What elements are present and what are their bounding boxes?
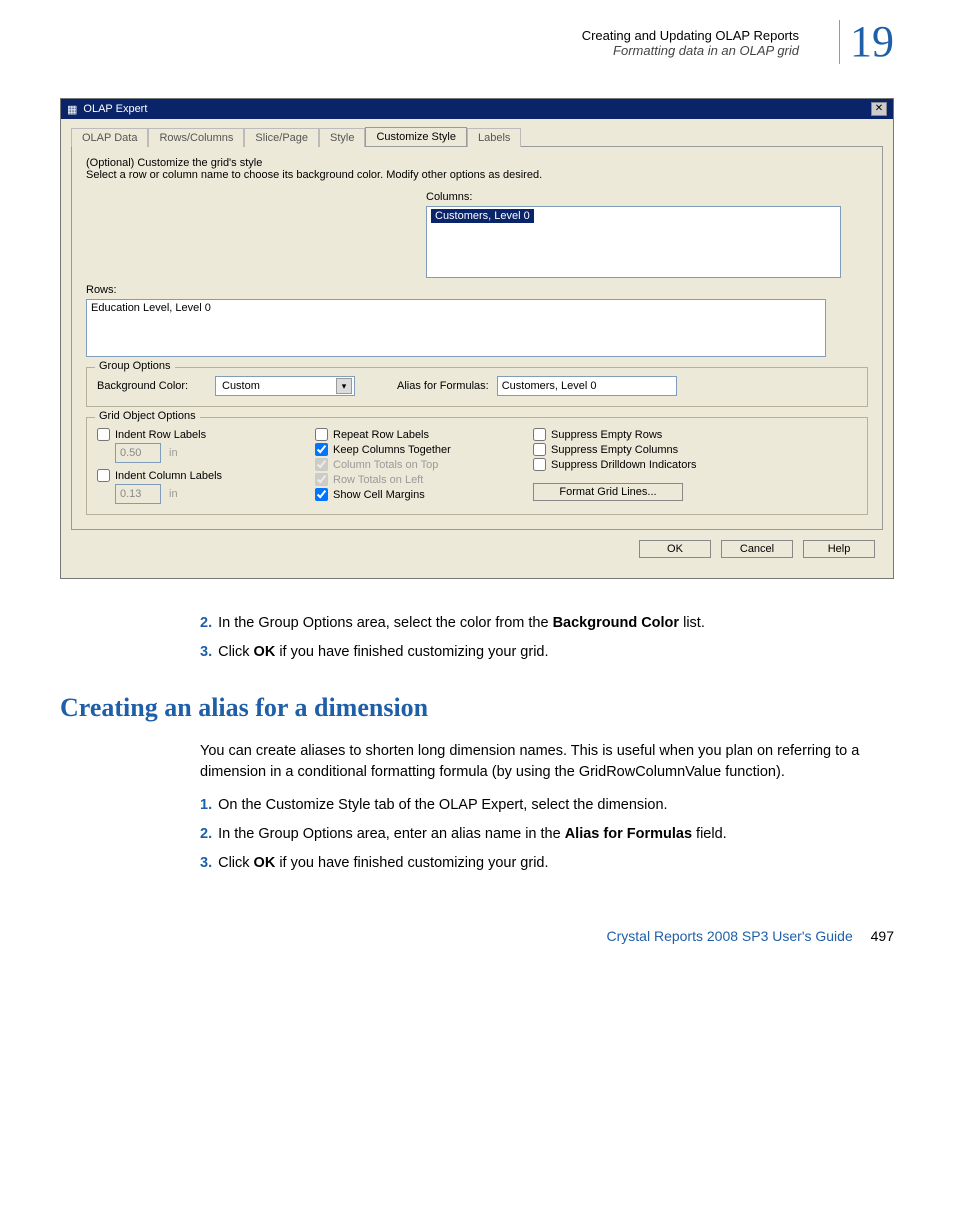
intro-line-1: (Optional) Customize the grid's style xyxy=(86,157,868,169)
columns-label: Columns: xyxy=(426,191,841,203)
suppress-empty-rows-check[interactable]: Suppress Empty Rows xyxy=(533,428,753,441)
rows-item[interactable]: Education Level, Level 0 xyxy=(91,302,211,314)
section-body: You can create aliases to shorten long d… xyxy=(200,741,894,874)
group-options-fieldset: Group Options Background Color: Custom ▾… xyxy=(86,367,868,407)
footer-doc-title: Crystal Reports 2008 SP3 User's Guide xyxy=(607,928,853,944)
header-subtitle: Formatting data in an OLAP grid xyxy=(582,43,799,58)
step-number: 3. xyxy=(200,642,212,663)
body-content: 2. In the Group Options area, select the… xyxy=(200,613,894,663)
section-heading: Creating an alias for a dimension xyxy=(60,693,894,723)
help-button[interactable]: Help xyxy=(803,540,875,558)
dialog-button-row: OK Cancel Help xyxy=(71,530,883,568)
indent-col-labels-check[interactable]: Indent Column Labels xyxy=(97,469,287,482)
bg-color-combo[interactable]: Custom ▾ xyxy=(215,376,355,396)
intro-line-2: Select a row or column name to choose it… xyxy=(86,169,868,181)
step-number: 2. xyxy=(200,824,212,845)
indent-row-value xyxy=(115,443,161,463)
step-b2: 2. In the Group Options area, enter an a… xyxy=(200,824,894,845)
tab-rows-columns[interactable]: Rows/Columns xyxy=(148,128,244,147)
dialog-titlebar[interactable]: ▦ OLAP Expert ✕ xyxy=(61,99,893,119)
tab-style[interactable]: Style xyxy=(319,128,365,147)
columns-selected-item[interactable]: Customers, Level 0 xyxy=(431,209,534,223)
format-grid-lines-button[interactable]: Format Grid Lines... xyxy=(533,483,683,501)
indent-row-labels-check[interactable]: Indent Row Labels xyxy=(97,428,287,441)
group-options-legend: Group Options xyxy=(95,360,175,372)
bg-color-value: Custom xyxy=(222,380,260,392)
rows-listbox[interactable]: Education Level, Level 0 xyxy=(86,299,826,357)
footer-page-number: 497 xyxy=(871,928,894,944)
alias-input[interactable] xyxy=(497,376,677,396)
columns-listbox[interactable]: Customers, Level 0 xyxy=(426,206,841,278)
row-totals-on-left-check: Row Totals on Left xyxy=(315,473,505,486)
olap-expert-dialog: ▦ OLAP Expert ✕ OLAP Data Rows/Columns S… xyxy=(60,98,894,579)
dialog-icon: ▦ xyxy=(67,103,77,116)
dialog-title-text: OLAP Expert xyxy=(83,103,147,115)
step-number: 2. xyxy=(200,613,212,634)
indent-col-unit: in xyxy=(169,488,178,500)
bg-color-label: Background Color: xyxy=(97,380,207,392)
header-title: Creating and Updating OLAP Reports xyxy=(582,28,799,43)
suppress-empty-cols-check[interactable]: Suppress Empty Columns xyxy=(533,443,753,456)
step-b1: 1. On the Customize Style tab of the OLA… xyxy=(200,795,894,816)
suppress-drilldown-check[interactable]: Suppress Drilldown Indicators xyxy=(533,458,753,471)
rows-label: Rows: xyxy=(86,284,868,296)
repeat-row-labels-check[interactable]: Repeat Row Labels xyxy=(315,428,505,441)
grid-options-legend: Grid Object Options xyxy=(95,410,200,422)
show-cell-margins-check[interactable]: Show Cell Margins xyxy=(315,488,505,501)
cancel-button[interactable]: Cancel xyxy=(721,540,793,558)
tab-strip: OLAP Data Rows/Columns Slice/Page Style … xyxy=(71,125,883,147)
step-a2: 2. In the Group Options area, select the… xyxy=(200,613,894,634)
indent-row-unit: in xyxy=(169,447,178,459)
section-paragraph: You can create aliases to shorten long d… xyxy=(200,741,894,783)
tab-slice-page[interactable]: Slice/Page xyxy=(244,128,319,147)
tab-labels[interactable]: Labels xyxy=(467,128,521,147)
step-b3: 3. Click OK if you have finished customi… xyxy=(200,853,894,874)
close-icon[interactable]: ✕ xyxy=(871,102,887,116)
tab-olap-data[interactable]: OLAP Data xyxy=(71,128,148,147)
indent-col-value xyxy=(115,484,161,504)
step-a3: 3. Click OK if you have finished customi… xyxy=(200,642,894,663)
page-header: Creating and Updating OLAP Reports Forma… xyxy=(60,28,894,78)
tab-panel: (Optional) Customize the grid's style Se… xyxy=(71,147,883,530)
col-totals-on-top-check: Column Totals on Top xyxy=(315,458,505,471)
chapter-number: 19 xyxy=(839,20,894,64)
chevron-down-icon[interactable]: ▾ xyxy=(336,378,352,394)
ok-button[interactable]: OK xyxy=(639,540,711,558)
keep-cols-together-check[interactable]: Keep Columns Together xyxy=(315,443,505,456)
header-text: Creating and Updating OLAP Reports Forma… xyxy=(582,28,799,58)
grid-object-options-fieldset: Grid Object Options Indent Row Labels in… xyxy=(86,417,868,515)
page-footer: Crystal Reports 2008 SP3 User's Guide 49… xyxy=(60,928,894,944)
alias-label: Alias for Formulas: xyxy=(397,380,489,392)
tab-customize-style[interactable]: Customize Style xyxy=(365,127,466,146)
step-number: 3. xyxy=(200,853,212,874)
step-number: 1. xyxy=(200,795,212,816)
